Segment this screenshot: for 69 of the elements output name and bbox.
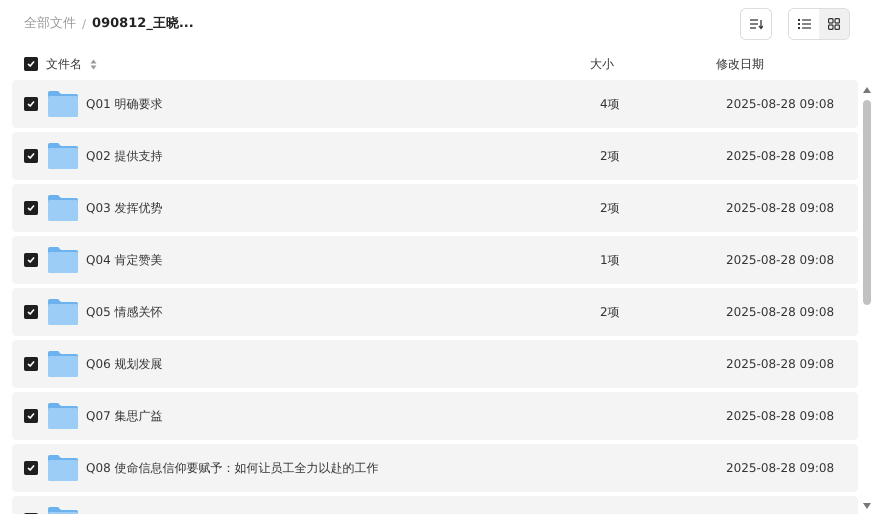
modified-date: 2025-08-28 09:08: [726, 200, 834, 217]
checkbox[interactable]: [24, 357, 38, 371]
modified-date: 2025-08-28 09:08: [726, 408, 834, 425]
sort-toggle-icon[interactable]: [90, 58, 97, 70]
file-row[interactable]: Q08 使命信息信仰要赋予：如何让员工全力以赴的工作 2025-08-28 09:08: [12, 444, 858, 492]
checkbox[interactable]: [24, 253, 38, 267]
folder-icon: [48, 247, 78, 273]
check-icon: [27, 256, 35, 264]
checkbox[interactable]: [24, 461, 38, 475]
check-icon: [27, 412, 35, 420]
file-name[interactable]: Q04 肯定赞美: [86, 251, 163, 269]
grid-icon: [828, 18, 840, 30]
checkbox[interactable]: [24, 409, 38, 423]
file-row[interactable]: Q01 明确要求 4项 2025-08-28 09:08: [12, 80, 858, 128]
file-size: 2项: [600, 149, 620, 163]
breadcrumb-separator: /: [82, 16, 86, 33]
file-size: 2项: [600, 305, 620, 319]
checkbox[interactable]: [24, 149, 38, 163]
checkbox[interactable]: [24, 305, 38, 319]
scrollbar-thumb[interactable]: [863, 100, 871, 305]
checkbox[interactable]: [24, 57, 38, 71]
modified-date: 2025-08-28 09:08: [726, 356, 834, 373]
file-name[interactable]: Q08 使命信息信仰要赋予：如何让员工全力以赴的工作: [86, 459, 379, 477]
file-row[interactable]: Q07 集思广益 2025-08-28 09:08: [12, 392, 858, 440]
list-icon: [798, 19, 810, 29]
folder-icon: [48, 299, 78, 325]
folder-icon: [48, 143, 78, 169]
file-row[interactable]: Q03 发挥优势 2项 2025-08-28 09:08: [12, 184, 858, 232]
file-name[interactable]: Q06 规划发展: [86, 355, 163, 373]
file-row[interactable]: Q02 提供支持 2项 2025-08-28 09:08: [12, 132, 858, 180]
folder-icon: [48, 351, 78, 377]
file-name[interactable]: Q01 明确要求: [86, 95, 163, 113]
scroll-down-arrow-icon[interactable]: [862, 502, 872, 510]
modified-date: 2025-08-28 09:08: [726, 460, 834, 477]
modified-date: 2025-08-28 09:08: [726, 96, 834, 113]
checkbox[interactable]: [24, 97, 38, 111]
folder-icon: [48, 195, 78, 221]
scroll-up-arrow-icon[interactable]: [862, 86, 872, 94]
column-header: 修改日期: [716, 56, 764, 73]
breadcrumb-current: 090812_王晓...: [92, 15, 194, 34]
file-row[interactable]: Q05 情感关怀 2项 2025-08-28 09:08: [12, 288, 858, 336]
file-row[interactable]: Q06 规划发展 2025-08-28 09:08: [12, 340, 858, 388]
check-icon: [27, 360, 35, 368]
file-name[interactable]: Q07 集思广益: [86, 407, 163, 425]
column-header[interactable]: 文件名: [46, 55, 82, 73]
modified-date: 2025-08-28 09:08: [726, 252, 834, 269]
file-size: 2项: [600, 201, 620, 215]
check-icon: [27, 152, 35, 160]
checkbox[interactable]: [24, 201, 38, 215]
folder-icon: [48, 403, 78, 429]
column-header: 大小: [590, 56, 615, 73]
check-icon: [27, 464, 35, 472]
folder-icon: [48, 91, 78, 117]
check-icon: [27, 60, 35, 68]
file-name[interactable]: Q05 情感关怀: [86, 303, 163, 321]
file-size: 1项: [600, 253, 620, 267]
check-icon: [27, 308, 35, 316]
sort-button[interactable]: [740, 8, 772, 40]
check-icon: [27, 204, 35, 212]
modified-date: 2025-08-28 09:08: [726, 304, 834, 321]
sort-icon: [749, 18, 763, 30]
file-name[interactable]: Q02 提供支持: [86, 147, 163, 165]
grid-view-button[interactable]: [819, 9, 849, 39]
check-icon: [27, 100, 35, 108]
modified-date: 2025-08-28 09:08: [726, 148, 834, 165]
folder-icon: [48, 455, 78, 481]
file-size: 4项: [600, 97, 620, 111]
file-row[interactable]: Q04 肯定赞美 1项 2025-08-28 09:08: [12, 236, 858, 284]
file-name[interactable]: Q03 发挥优势: [86, 199, 163, 217]
